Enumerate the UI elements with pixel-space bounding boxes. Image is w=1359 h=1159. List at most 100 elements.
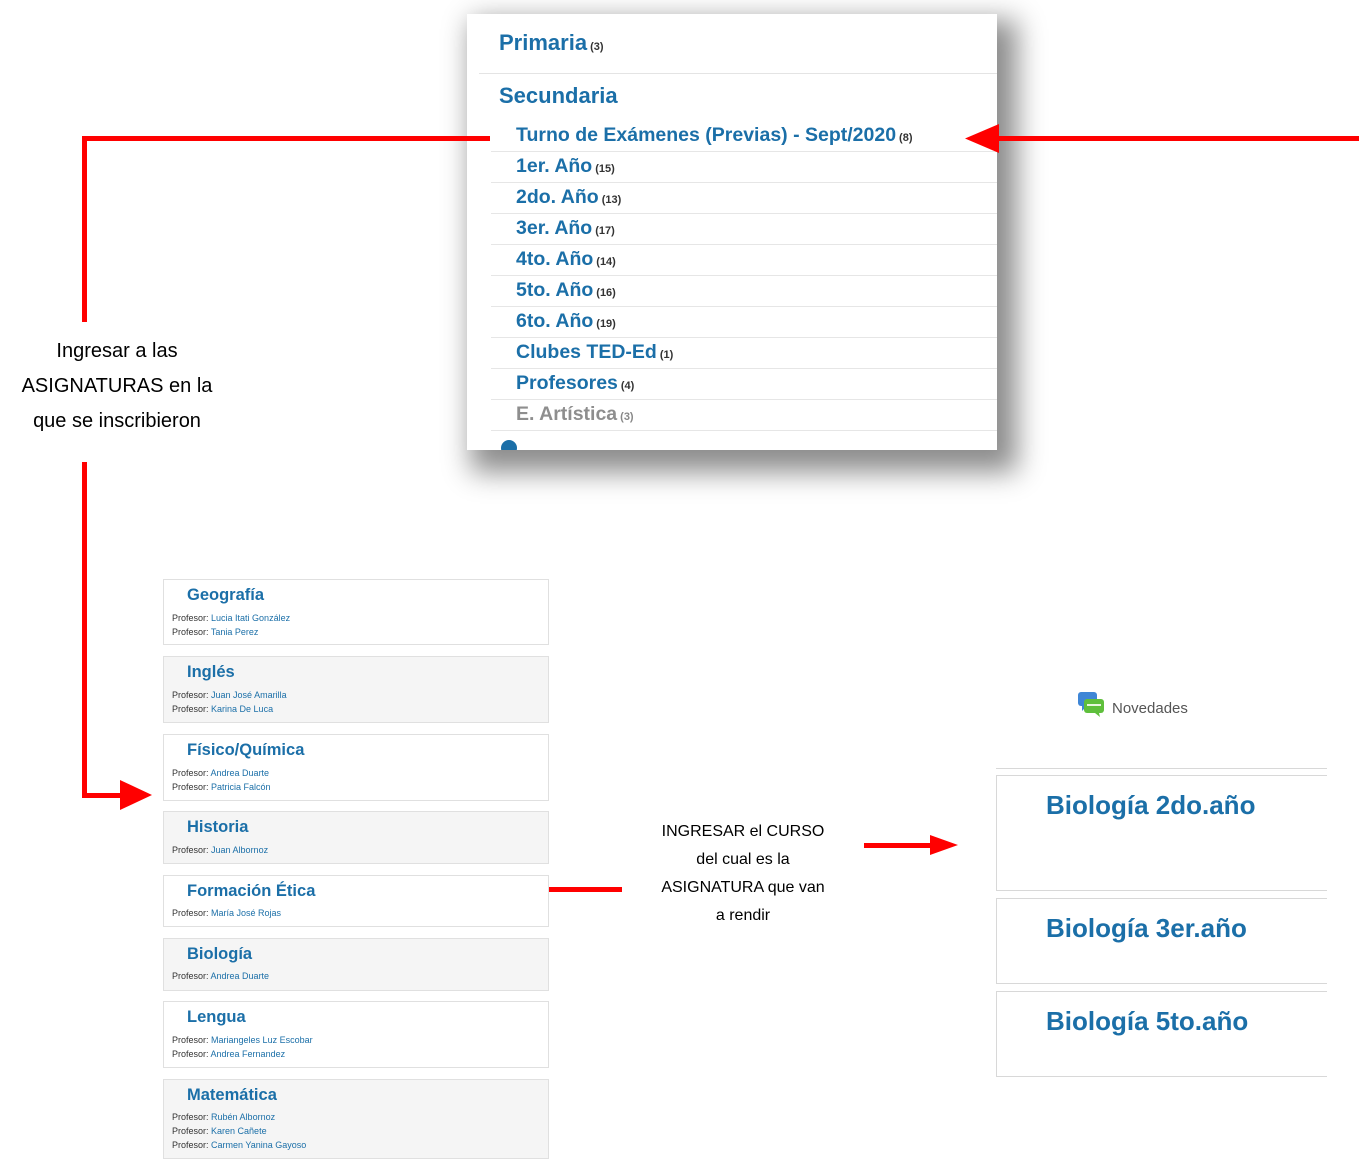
subject-card[interactable]: Físico/Química Profesor: Andrea Duarte P… — [163, 734, 549, 801]
subcategory-count: (3) — [620, 411, 634, 423]
teacher-prefix: Profesor: — [172, 1035, 209, 1045]
chat-bubbles-icon[interactable] — [1077, 691, 1105, 717]
subcategory-row[interactable]: Turno de Exámenes (Previas) - Sept/2020(… — [491, 121, 997, 152]
subject-title[interactable]: Historia — [187, 818, 248, 837]
subcategory-row[interactable]: E. Artística (3) — [491, 400, 997, 431]
teacher-line: Profesor: Lucia Itati González — [172, 613, 290, 623]
subcategory-count: (13) — [601, 194, 622, 206]
subcategory-count: (8) — [899, 132, 913, 144]
teacher-line: Profesor: Andrea Duarte — [172, 768, 269, 778]
course-title[interactable]: Biología 3er.año — [1046, 913, 1247, 944]
annotation-line: Ingresar a las — [56, 340, 178, 362]
connector-line — [864, 843, 934, 848]
subcategory-row[interactable]: 4to. Año (14) — [491, 245, 997, 276]
subject-title[interactable]: Geografía — [187, 586, 264, 605]
subject-card[interactable]: Inglés Profesor: Juan José Amarilla Prof… — [163, 656, 549, 723]
course-card[interactable]: Biología 5to.año — [996, 991, 1327, 1077]
teacher-line: Profesor: Andrea Fernandez — [172, 1049, 285, 1059]
teacher-name[interactable]: Andrea Fernandez — [211, 1049, 286, 1059]
teacher-name[interactable]: Juan José Amarilla — [211, 690, 287, 700]
category-panel: Primaria (3) Secundaria Turno de Exámenes… — [467, 14, 997, 450]
teacher-line: Profesor: María José Rojas — [172, 908, 281, 918]
subject-card[interactable]: Geografía Profesor: Lucia Itati González… — [163, 579, 549, 645]
subject-card[interactable]: Lengua Profesor: Mariangeles Luz Escobar… — [163, 1001, 549, 1068]
subcategory-2do-ano[interactable]: 2do. Año (13) — [516, 186, 621, 209]
subcategory-count: (4) — [620, 380, 635, 392]
teacher-line: Profesor: Karina De Luca — [172, 704, 273, 714]
subject-card[interactable]: Formación Ética Profesor: María José Roj… — [163, 875, 549, 927]
teacher-prefix: Profesor: — [172, 690, 209, 700]
teacher-prefix: Profesor: — [172, 1049, 209, 1059]
teacher-prefix: Profesor: — [172, 1126, 209, 1136]
teacher-name[interactable]: Tania Perez — [211, 627, 259, 637]
subcategory-artistica[interactable]: E. Artística (3) — [516, 403, 634, 426]
subcategory-6to-ano[interactable]: 6to. Año (19) — [516, 310, 616, 333]
arrow-left-icon — [965, 124, 999, 153]
teacher-name[interactable]: Patricia Falcón — [211, 782, 271, 792]
teacher-name[interactable]: Andrea Duarte — [211, 768, 270, 778]
subcategory-clubes[interactable]: Clubes TED-Ed (1) — [516, 341, 673, 364]
subject-title[interactable]: Inglés — [187, 663, 235, 682]
category-primaria[interactable]: Primaria (3) — [499, 30, 604, 56]
subcategory-row[interactable]: 1er. Año (15) — [491, 152, 997, 183]
teacher-name[interactable]: Juan Albornoz — [211, 845, 268, 855]
arrow-right-icon — [930, 835, 958, 855]
teacher-prefix: Profesor: — [172, 782, 209, 792]
annotation-line: del cual es la — [696, 851, 790, 868]
teacher-line: Profesor: Juan Albornoz — [172, 845, 268, 855]
news-link[interactable]: Novedades — [1112, 700, 1188, 717]
teacher-prefix: Profesor: — [172, 768, 209, 778]
subcategory-4to-ano[interactable]: 4to. Año (14) — [516, 248, 616, 271]
teacher-name[interactable]: Lucia Itati González — [211, 613, 290, 623]
subcategory-row[interactable]: 3er. Año (17) — [491, 214, 997, 245]
subcategory-row[interactable]: Profesores (4) — [491, 369, 997, 400]
teacher-name[interactable]: Rubén Albornoz — [211, 1112, 275, 1122]
subcategory-label: 2do. Año — [516, 186, 599, 208]
subcategory-label: 3er. Año — [516, 217, 593, 239]
subcategory-row[interactable]: 5to. Año (16) — [491, 276, 997, 307]
next-category-peek — [501, 440, 517, 450]
teacher-line: Profesor: Carmen Yanina Gayoso — [172, 1140, 306, 1150]
subcategory-label: 6to. Año — [516, 310, 594, 332]
subcategory-label: 5to. Año — [516, 279, 594, 301]
subject-title[interactable]: Lengua — [187, 1008, 246, 1027]
subcategory-row[interactable]: 2do. Año (13) — [491, 183, 997, 214]
teacher-prefix: Profesor: — [172, 1112, 209, 1122]
teacher-name[interactable]: Karina De Luca — [211, 704, 273, 714]
subcategory-count: (1) — [659, 349, 674, 361]
subject-card[interactable]: Matemática Profesor: Rubén Albornoz Prof… — [163, 1079, 549, 1159]
teacher-name[interactable]: Karen Cañete — [211, 1126, 267, 1136]
subcategory-label: 1er. Año — [516, 155, 593, 177]
teacher-prefix: Profesor: — [172, 908, 209, 918]
subcategory-profesores[interactable]: Profesores (4) — [516, 372, 634, 395]
teacher-line: Profesor: Rubén Albornoz — [172, 1112, 275, 1122]
subject-title[interactable]: Biología — [187, 945, 252, 964]
teacher-name[interactable]: María José Rojas — [211, 908, 281, 918]
subject-title[interactable]: Formación Ética — [187, 882, 315, 901]
subcategory-3er-ano[interactable]: 3er. Año (17) — [516, 217, 615, 240]
subcategory-1er-ano[interactable]: 1er. Año (15) — [516, 155, 615, 178]
connector-line — [82, 462, 87, 798]
teacher-prefix: Profesor: — [172, 971, 209, 981]
subcategory-row[interactable]: 6to. Año (19) — [491, 307, 997, 338]
subcategory-5to-ano[interactable]: 5to. Año (16) — [516, 279, 616, 302]
connector-line — [549, 887, 622, 892]
annotation-line: ASIGNATURAS en la — [21, 375, 213, 397]
subcategory-row[interactable]: Clubes TED-Ed (1) — [491, 338, 997, 369]
teacher-prefix: Profesor: — [172, 704, 209, 714]
category-primaria-count: (3) — [590, 41, 604, 53]
subject-title[interactable]: Matemática — [187, 1086, 277, 1105]
course-title[interactable]: Biología 2do.año — [1046, 790, 1255, 821]
subject-card[interactable]: Biología Profesor: Andrea Duarte — [163, 938, 549, 991]
course-card[interactable]: Biología 3er.año — [996, 898, 1327, 984]
course-card[interactable]: Biología 2do.año — [996, 775, 1327, 891]
category-secundaria[interactable]: Secundaria — [499, 83, 618, 109]
teacher-name[interactable]: Carmen Yanina Gayoso — [211, 1140, 306, 1150]
subcategory-examenes[interactable]: Turno de Exámenes (Previas) - Sept/2020(… — [516, 124, 913, 147]
teacher-name[interactable]: Mariangeles Luz Escobar — [211, 1035, 313, 1045]
annotation-line: que se inscribieron — [33, 410, 201, 432]
teacher-name[interactable]: Andrea Duarte — [211, 971, 270, 981]
subject-title[interactable]: Físico/Química — [187, 741, 304, 760]
subject-card[interactable]: Historia Profesor: Juan Albornoz — [163, 811, 549, 864]
course-title[interactable]: Biología 5to.año — [1046, 1006, 1248, 1037]
